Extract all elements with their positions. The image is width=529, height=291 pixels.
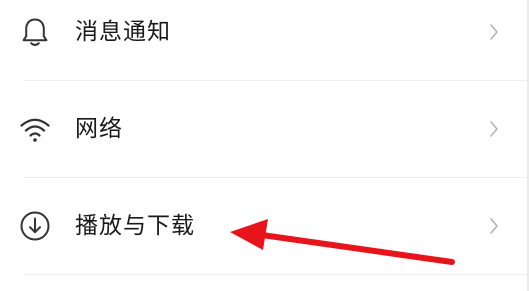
- settings-item-network[interactable]: 网络: [0, 81, 527, 177]
- wifi-icon: [19, 113, 51, 145]
- chevron-right-icon: [489, 23, 499, 41]
- settings-item-playback-download[interactable]: 播放与下载: [0, 178, 527, 274]
- settings-item-label: 网络: [75, 115, 123, 142]
- divider: [24, 274, 527, 275]
- settings-item-label: 播放与下载: [75, 212, 195, 239]
- settings-screen: 消息通知 网络 播放与下载: [0, 0, 529, 291]
- download-icon: [19, 210, 51, 242]
- chevron-right-icon: [489, 120, 499, 138]
- bell-icon: [19, 16, 51, 48]
- chevron-right-icon: [489, 217, 499, 235]
- settings-item-notifications[interactable]: 消息通知: [0, 0, 527, 80]
- settings-item-label: 消息通知: [75, 18, 171, 45]
